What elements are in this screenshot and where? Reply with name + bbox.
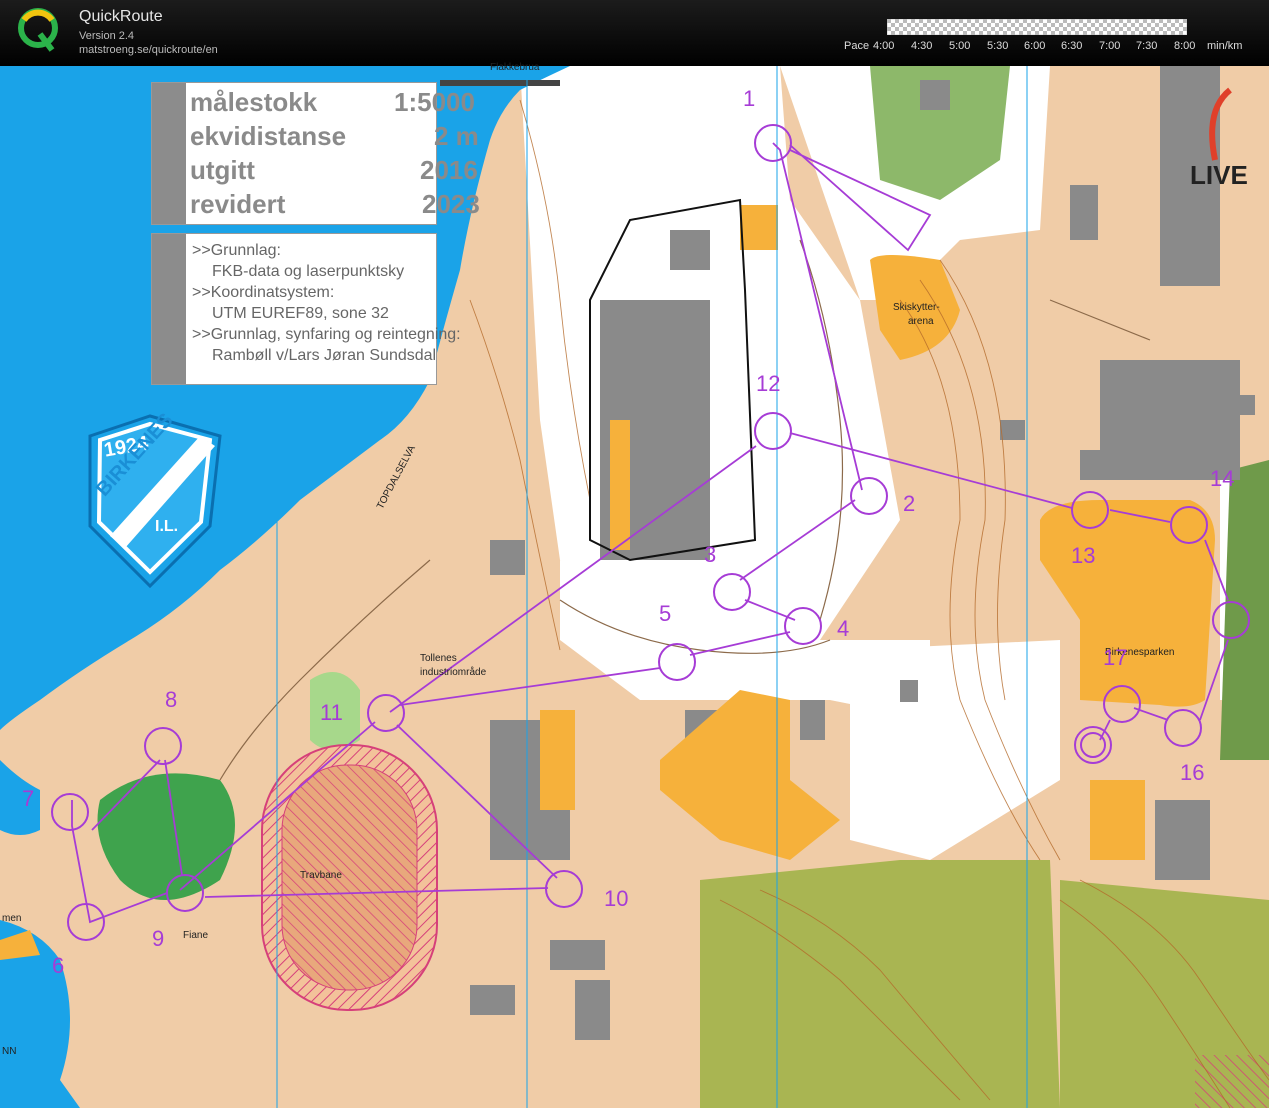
control-number: 10 [604, 886, 629, 911]
control-number: 6 [52, 953, 65, 978]
pace-tick: 4:00 [873, 40, 895, 52]
control-number: 13 [1071, 543, 1096, 568]
title-bar: QuickRoute Version 2.4 matstroeng.se/qui… [0, 0, 1269, 66]
pace-label: Pace [844, 40, 870, 52]
control-number: 11 [320, 700, 343, 725]
map-info-box: målestokk 1:5000 ekvidistanse 2 m utgitt… [151, 82, 480, 225]
map-notes-box: >>Grunnlag: FKB-data og laserpunktsky >>… [151, 233, 461, 385]
control-number: 12 [756, 371, 781, 396]
note-line: Rambøll v/Lars Jøran Sundsdal [212, 347, 437, 364]
control-number: 2 [903, 491, 916, 516]
note-line: >>Grunnlag: [192, 242, 281, 259]
building [1080, 450, 1100, 480]
note-line: FKB-data og laserpunktsky [212, 263, 405, 280]
building [1100, 360, 1240, 480]
building [1230, 395, 1255, 415]
field [610, 420, 630, 550]
pace-tick: 6:00 [1024, 40, 1046, 52]
place-label: Travbane [300, 870, 342, 881]
revised-value: 2023 [422, 189, 480, 219]
hatched-area [1195, 1055, 1269, 1108]
building [670, 230, 710, 270]
published-value: 2016 [420, 155, 478, 185]
place-label: NN [2, 1046, 17, 1057]
building [800, 700, 825, 740]
note-line: >>Grunnlag, synfaring og reintegning: [192, 326, 461, 343]
pace-tick: 7:00 [1099, 40, 1121, 52]
control-number: 7 [22, 786, 35, 811]
control-number: 8 [165, 687, 178, 712]
bridge [440, 80, 560, 86]
place-label: Fiane [183, 930, 209, 941]
building [1000, 420, 1025, 440]
sports-field-17 [1080, 620, 1210, 707]
building [1070, 185, 1098, 240]
control-number: 3 [704, 542, 717, 567]
pace-tick: 7:30 [1136, 40, 1158, 52]
building [920, 80, 950, 110]
field [740, 205, 778, 250]
revised-label: revidert [190, 189, 286, 219]
control-number: 9 [152, 926, 165, 951]
place-label: industriområde [420, 667, 487, 678]
pace-tick: 5:00 [949, 40, 971, 52]
building [900, 680, 918, 702]
scale-label: målestokk [190, 87, 318, 117]
pace-color-bar [887, 19, 1187, 35]
pace-tick: 6:30 [1061, 40, 1083, 52]
control-number: 4 [837, 616, 850, 641]
app-version: Version 2.4 [79, 30, 135, 42]
place-label: Skiskytter- [893, 302, 940, 313]
quickroute-logo-icon [18, 8, 58, 52]
field [540, 710, 575, 810]
pace-tick: 8:00 [1174, 40, 1196, 52]
place-label: Flakkebrua [490, 62, 540, 73]
pace-unit: min/km [1207, 40, 1243, 52]
note-line: UTM EUREF89, sone 32 [212, 305, 389, 322]
place-label: men [2, 913, 22, 924]
club-logo-suffix: I.L. [155, 518, 179, 535]
field [1090, 780, 1145, 860]
building [470, 985, 515, 1015]
app-url: matstroeng.se/quickroute/en [79, 44, 218, 56]
note-line: >>Koordinatsystem: [192, 284, 335, 301]
control-number: 14 [1210, 466, 1235, 491]
building [490, 540, 525, 575]
published-label: utgitt [190, 155, 255, 185]
building [550, 940, 605, 970]
scale-value: 1:5000 [394, 87, 475, 117]
vegetation-area [700, 860, 1060, 1108]
control-number: 5 [659, 601, 672, 626]
contour-label: ekvidistanse [190, 121, 347, 151]
pace-tick: 4:30 [911, 40, 933, 52]
live-logo-text: LIVE [1190, 160, 1248, 190]
control-number: 16 [1180, 760, 1205, 785]
orienteering-map[interactable]: målestokk 1:5000 ekvidistanse 2 m utgitt… [0, 62, 1269, 1108]
building [1155, 800, 1210, 880]
place-label: arena [908, 316, 934, 327]
control-number: 1 [743, 86, 756, 111]
control-number: 17 [1103, 645, 1128, 670]
app-name: QuickRoute [79, 8, 163, 25]
building [575, 980, 610, 1040]
pace-tick: 5:30 [987, 40, 1009, 52]
contour-value: 2 m [434, 121, 479, 151]
place-label: Tollenes [420, 653, 457, 664]
